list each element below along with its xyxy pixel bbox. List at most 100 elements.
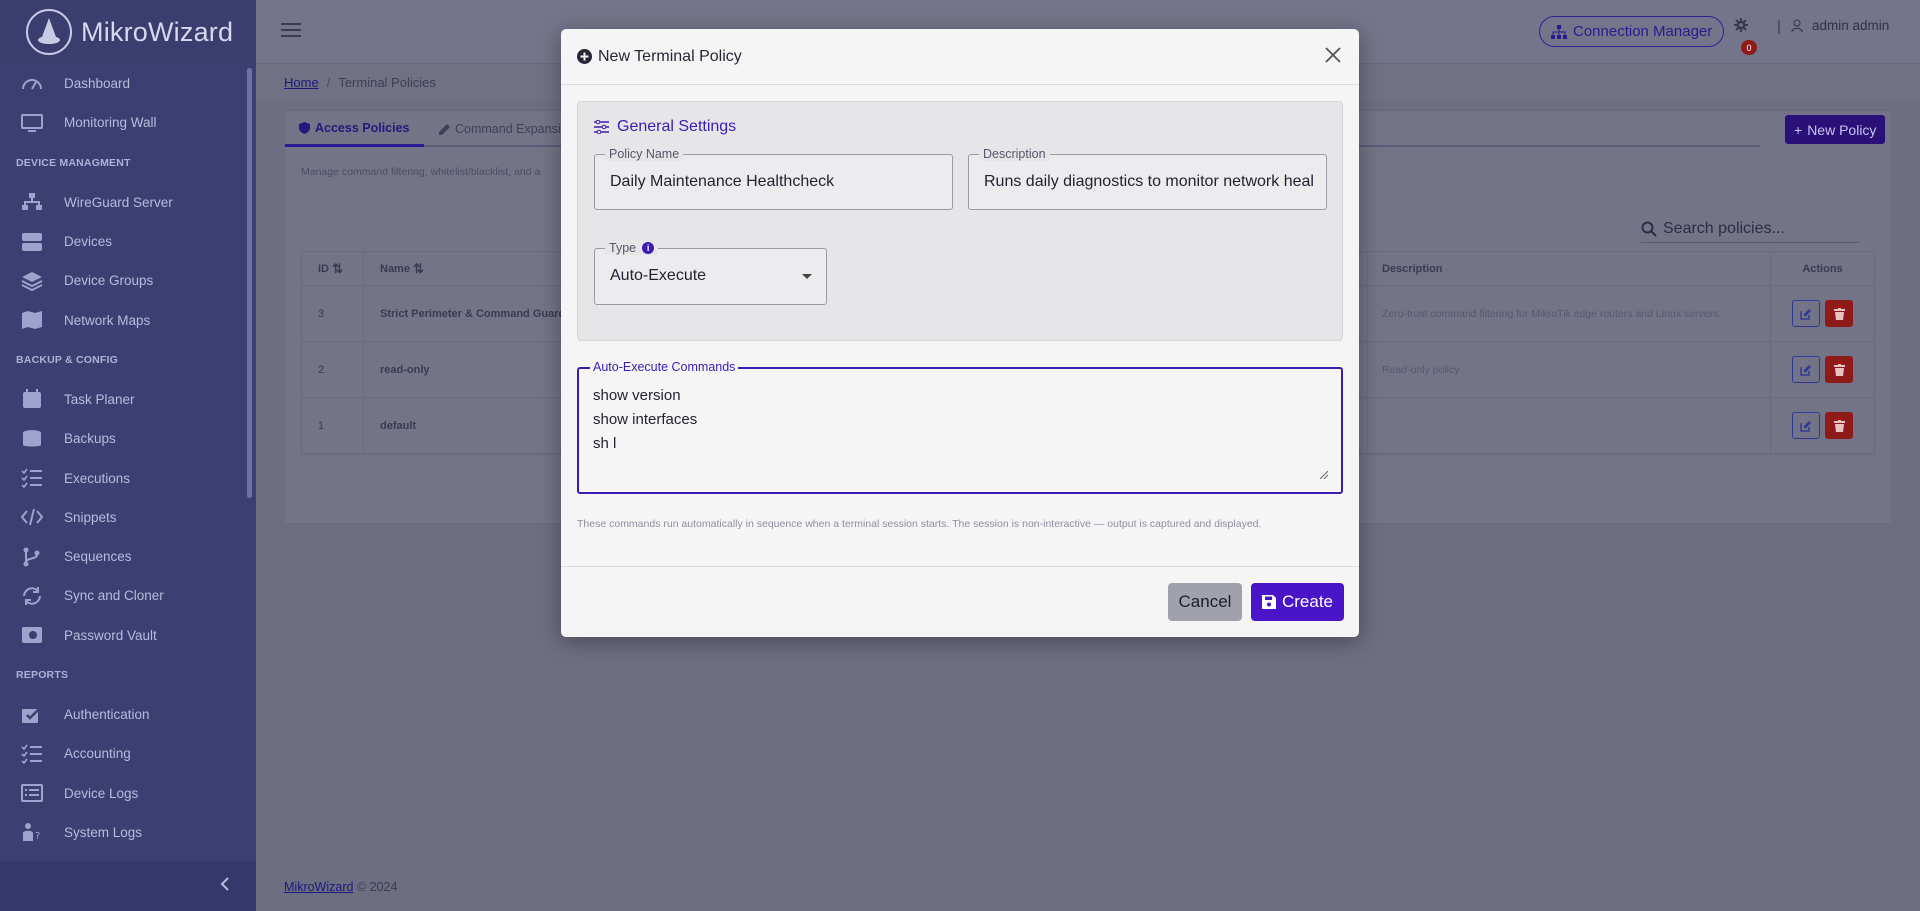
sidebar-item-authentication[interactable]: Authentication — [0, 695, 246, 734]
type-select[interactable]: Type i Auto-Execute — [594, 241, 827, 305]
sidebar-item-label: Dashboard — [64, 76, 131, 92]
sidebar-item-label: Password Vault — [64, 627, 157, 643]
chevron-down-icon — [802, 274, 812, 279]
sidebar-item-label: Devices — [64, 234, 113, 250]
header-actions: Actions — [1802, 262, 1843, 275]
policy-name-label: Policy Name — [605, 147, 684, 161]
sidebar-item-task-planer[interactable]: Task Planer — [0, 380, 246, 419]
description-field[interactable]: Description Runs daily diagnostics to mo… — [968, 147, 1327, 210]
header-id[interactable]: ID ⇅ — [302, 252, 364, 285]
connection-manager-button[interactable]: Connection Manager — [1539, 16, 1725, 47]
chevron-left-icon[interactable] — [220, 877, 230, 896]
person-question-icon: ? — [20, 821, 44, 843]
tab-command-expansion-label: Command Expansi — [455, 122, 561, 136]
tab-command-expansion[interactable]: Command Expansi — [425, 111, 575, 147]
sidebar-item-devices[interactable]: Devices — [0, 222, 246, 261]
cell-description — [1368, 398, 1771, 453]
sidebar-section-label: BACKUP & CONFIG — [16, 353, 118, 366]
sidebar-item-label: Device Groups — [64, 273, 154, 289]
header-description: Description — [1368, 252, 1771, 285]
sidebar-footer — [0, 861, 256, 911]
resize-handle-icon[interactable] — [1320, 471, 1328, 479]
info-icon[interactable]: i — [642, 242, 655, 254]
sidebar-item-executions[interactable]: Executions — [0, 458, 246, 497]
list-icon — [20, 782, 44, 804]
sidebar-item-sequences[interactable]: Sequences — [0, 537, 246, 576]
sidebar-item-system-logs[interactable]: ? System Logs — [0, 813, 246, 852]
tab-access-policies-label: Access Policies — [315, 120, 410, 135]
brand-name: MikroWizard — [81, 16, 234, 47]
cell-id: 3 — [302, 286, 364, 341]
edit-button[interactable] — [1792, 412, 1820, 439]
footer-link[interactable]: MikroWizard — [284, 880, 353, 894]
cell-description: Zero-trust command filtering for MikroTi… — [1368, 286, 1771, 341]
menu-toggle-icon[interactable] — [281, 20, 301, 42]
sidebar-scrollbar[interactable] — [247, 68, 252, 498]
auto-execute-commands-value: show version show interfaces sh l — [593, 387, 698, 452]
delete-button[interactable] — [1825, 300, 1853, 327]
modal-title: New Terminal Policy — [577, 48, 742, 66]
user-name: admin admin — [1812, 18, 1890, 33]
sidebar-item-snippets[interactable]: Snippets — [0, 498, 246, 537]
close-icon[interactable] — [1321, 43, 1345, 67]
sidebar-section-label: REPORTS — [16, 668, 69, 681]
sidebar-section-label: DEVICE MANAGMENT — [16, 156, 131, 169]
auto-execute-commands-label: Auto-Execute Commands — [590, 360, 739, 374]
sidebar-item-label: Accounting — [64, 746, 131, 762]
auto-execute-commands-textarea[interactable]: Auto-Execute Commands show version show … — [577, 360, 1343, 494]
auth-check-icon — [20, 704, 44, 726]
general-settings-section: General Settings Policy Name Daily Maint… — [577, 101, 1343, 341]
breadcrumb-home-link[interactable]: Home — [284, 75, 319, 90]
sidebar-item-device-groups[interactable]: Device Groups — [0, 261, 246, 300]
branch-icon — [20, 546, 44, 568]
sidebar-item-label: Sequences — [64, 549, 132, 565]
code-icon — [20, 506, 44, 528]
policy-name-field[interactable]: Policy Name Daily Maintenance Healthchec… — [594, 147, 953, 210]
sidebar-item-sync-and-cloner[interactable]: Sync and Cloner — [0, 576, 246, 615]
edit-button[interactable] — [1792, 356, 1820, 383]
sidebar-item-device-logs[interactable]: Device Logs — [0, 773, 246, 812]
tab-access-policies[interactable]: Access Policies — [285, 111, 424, 147]
edit-icon — [1800, 420, 1811, 432]
sync-icon — [20, 585, 44, 607]
type-label: Type i — [605, 241, 659, 255]
sidebar-item-backups[interactable]: Backups — [0, 419, 246, 458]
new-policy-button[interactable]: + New Policy — [1785, 115, 1886, 144]
edit-button[interactable] — [1792, 300, 1820, 327]
modal-footer: Cancel Create — [561, 566, 1359, 637]
general-settings-title: General Settings — [594, 118, 736, 136]
sidebar-item-wireguard-server[interactable]: WireGuard Server — [0, 183, 246, 222]
search-icon — [1641, 221, 1657, 237]
brand[interactable]: MikroWizard — [0, 0, 256, 64]
sitemap-icon — [1551, 24, 1567, 39]
speedometer-icon — [20, 73, 44, 95]
save-icon — [1261, 595, 1276, 609]
cell-actions — [1771, 286, 1874, 341]
create-button[interactable]: Create — [1251, 583, 1344, 621]
sidebar-item-network-maps[interactable]: Network Maps — [0, 300, 246, 339]
delete-button[interactable] — [1825, 412, 1853, 439]
sidebar-item-password-vault[interactable]: Password Vault — [0, 616, 246, 655]
vault-icon — [20, 624, 44, 646]
svg-text:?: ? — [35, 831, 40, 842]
sidebar-item-dashboard[interactable]: Dashboard — [0, 64, 246, 103]
sidebar-nav: Dashboard Monitoring Wall DEVICE MANAGMENT… — [0, 64, 246, 852]
list-check-icon — [20, 467, 44, 489]
sidebar-item-accounting[interactable]: Accounting — [0, 734, 246, 773]
edit-icon — [1800, 308, 1811, 320]
user-menu[interactable]: admin admin — [1791, 18, 1889, 33]
sidebar-item-label: Executions — [64, 470, 131, 486]
card-description: Manage command filtering, whitelist/blac… — [301, 166, 541, 178]
search-field[interactable]: Search policies... — [1641, 215, 1859, 243]
server-icon — [20, 231, 44, 253]
wizard-logo-icon — [26, 9, 72, 55]
cancel-button[interactable]: Cancel — [1168, 583, 1242, 621]
settings-gear-icon[interactable]: 0 — [1734, 18, 1757, 55]
sidebar-item-label: Network Maps — [64, 312, 151, 328]
delete-button[interactable] — [1825, 356, 1853, 383]
modal-header: New Terminal Policy — [561, 29, 1359, 85]
sidebar-item-label: Monitoring Wall — [64, 115, 157, 131]
layers-icon — [20, 270, 44, 292]
trash-icon — [1833, 307, 1845, 320]
sidebar-item-monitoring-wall[interactable]: Monitoring Wall — [0, 103, 246, 142]
